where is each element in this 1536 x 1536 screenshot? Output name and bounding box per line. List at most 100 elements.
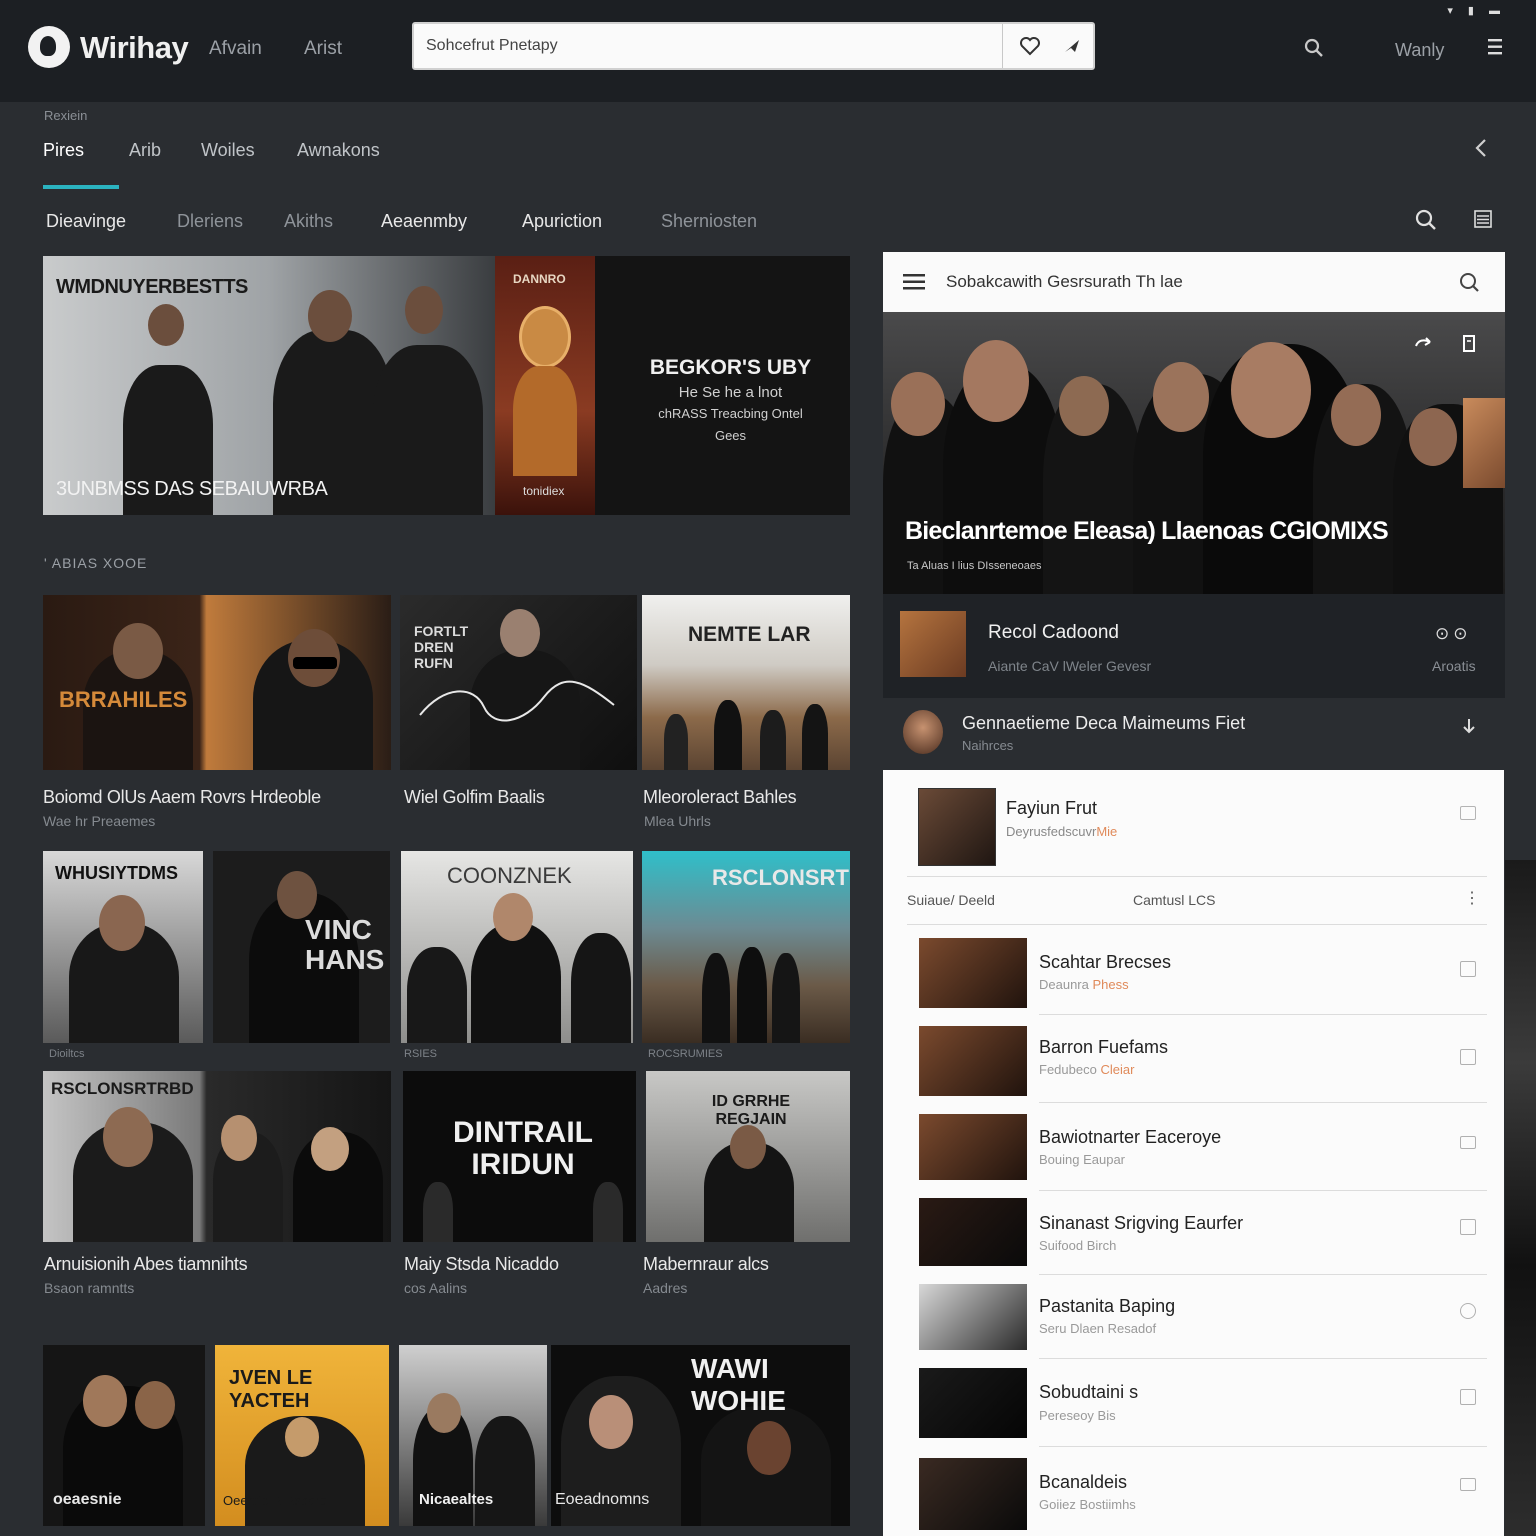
- tab-4[interactable]: Awnakons: [297, 140, 380, 161]
- track-thumbnail-4[interactable]: [919, 1198, 1027, 1266]
- section-caption: Rexiein: [44, 108, 88, 123]
- album-card-10[interactable]: ID GRRHE REGJAIN: [646, 1071, 850, 1242]
- track-sub-text-1: Deaunra: [1039, 977, 1089, 992]
- search-input[interactable]: [426, 34, 996, 58]
- track-title-6[interactable]: Sobudtaini s: [1039, 1382, 1138, 1403]
- list-icon[interactable]: [1460, 1136, 1476, 1149]
- track-title-5[interactable]: Pastanita Baping: [1039, 1296, 1175, 1317]
- select-checkbox-4[interactable]: [1460, 1219, 1476, 1235]
- right-panel-hero-sub: Ta Aluas I lius DIsseneoaes: [907, 560, 1042, 572]
- album-art-text-4: WHUSIYTDMS: [55, 863, 178, 883]
- search-icon[interactable]: [1302, 36, 1326, 60]
- tab-2[interactable]: Arib: [129, 140, 161, 161]
- now-playing-thumbnail: [900, 611, 966, 677]
- track-title-1[interactable]: Scahtar Brecses: [1039, 952, 1171, 973]
- album-title-9[interactable]: Maiy Stsda Nicaddo: [404, 1254, 559, 1275]
- album-card-12[interactable]: JVEN LE YACTEH Oeercie R Rsaaro: [215, 1345, 389, 1526]
- send-icon[interactable]: [1060, 34, 1084, 58]
- select-checkbox-6[interactable]: [1460, 1389, 1476, 1405]
- subnav-item-4[interactable]: Aeaenmby: [381, 211, 467, 232]
- bookmark-icon[interactable]: [1459, 334, 1479, 354]
- tab-3[interactable]: Woiles: [201, 140, 255, 161]
- select-checkbox-2[interactable]: [1460, 1049, 1476, 1065]
- album-title-2[interactable]: Wiel Golfim Baalis: [404, 787, 545, 808]
- album-card-5[interactable]: VINC HANS: [213, 851, 390, 1043]
- back-arrow-icon[interactable]: [1470, 136, 1494, 160]
- track-thumbnail-2[interactable]: [919, 1026, 1027, 1096]
- track-thumbnail-6[interactable]: [919, 1368, 1027, 1438]
- list-icon[interactable]: [1460, 1478, 1476, 1491]
- album-card-9[interactable]: DINTRAIL IRIDUN: [403, 1071, 636, 1242]
- app-logo-icon[interactable]: [28, 26, 70, 68]
- top-nav-item-1[interactable]: Afvain: [209, 38, 262, 60]
- album-card-4[interactable]: WHUSIYTDMS: [43, 851, 203, 1043]
- track-thumbnail-1[interactable]: [919, 938, 1027, 1008]
- album-card-1[interactable]: BRRAHILES: [43, 595, 391, 770]
- top-nav-item-2[interactable]: Arist: [304, 38, 342, 60]
- select-checkbox-1[interactable]: [1460, 961, 1476, 977]
- subnav-item-6[interactable]: Sherniosten: [661, 211, 757, 232]
- subnav-item-3[interactable]: Akiths: [284, 211, 333, 232]
- subnav-item-5[interactable]: Apuriction: [522, 211, 602, 232]
- chevron-down-icon[interactable]: [1459, 716, 1479, 736]
- album-card-11[interactable]: oeaesnie: [43, 1345, 205, 1526]
- app-logo-text[interactable]: Wirihay: [80, 30, 189, 66]
- album-art-text-7: RSCLONSRTRBD: [712, 865, 850, 890]
- playback-controls-icon[interactable]: ⊙⊙: [1435, 624, 1472, 644]
- track-sub-3: Bouing Eaupar: [1039, 1152, 1126, 1167]
- subnav-item-1[interactable]: Dieavinge: [46, 211, 126, 232]
- more-options-icon[interactable]: ⋮: [1464, 888, 1480, 908]
- album-card-13[interactable]: Nicaealtes: [399, 1345, 547, 1526]
- list-view-icon[interactable]: [1474, 210, 1492, 228]
- album-title-10[interactable]: Mabernraur alcs: [643, 1254, 769, 1275]
- column-header-2[interactable]: Camtusl LCS: [1133, 892, 1215, 908]
- album-sub-9: cos Aalins: [404, 1280, 468, 1296]
- track-sub-4: Suifood Birch: [1039, 1238, 1117, 1253]
- track-title-4[interactable]: Sinanast Srigving Eaurfer: [1039, 1213, 1243, 1234]
- search-divider: [1002, 24, 1003, 68]
- user-name[interactable]: Wanly: [1395, 40, 1444, 61]
- featured-track-sub-text: Deyrusfedscuvr: [1006, 824, 1097, 839]
- active-tab-indicator: [43, 185, 119, 189]
- list-icon[interactable]: [1460, 806, 1476, 820]
- album-title-8[interactable]: Arnuisionih Abes tiamnihts: [44, 1254, 248, 1275]
- track-thumbnail-5[interactable]: [919, 1284, 1027, 1350]
- right-panel-search-icon[interactable]: [1457, 270, 1481, 294]
- divider: [1039, 1014, 1487, 1015]
- album-title-3[interactable]: Mleoroleract Bahles: [643, 787, 797, 808]
- track-title-7[interactable]: Bcanaldeis: [1039, 1472, 1127, 1493]
- queue-header[interactable]: Gennaetieme Deca Maimeums Fiet Naihrces: [883, 698, 1505, 770]
- album-card-6[interactable]: COONZNEK: [401, 851, 633, 1043]
- subnav-item-2[interactable]: Dleriens: [177, 211, 243, 232]
- track-thumbnail-7[interactable]: [919, 1458, 1027, 1530]
- right-panel-featured-artist[interactable]: Bieclanrtemoe Eleasa) Llaenoas CGIOMIXS …: [883, 312, 1505, 594]
- now-playing-card[interactable]: Recol Cadoond Aiante CaV lWeler Gevesr ⊙…: [883, 594, 1505, 698]
- album-card-7[interactable]: RSCLONSRTRBD: [642, 851, 850, 1043]
- album-card-8[interactable]: RSCLONSRTRBD: [43, 1071, 391, 1242]
- track-title-2[interactable]: Barron Fuefams: [1039, 1037, 1168, 1058]
- subnav-search-icon[interactable]: [1414, 208, 1438, 232]
- select-radio-5[interactable]: [1460, 1303, 1476, 1319]
- divider: [1039, 1274, 1487, 1275]
- track-list-panel: Fayiun Frut DeyrusfedscuvrMie Suiaue/ De…: [883, 770, 1504, 1536]
- album-card-2[interactable]: FORTLT DREN RUFN: [400, 595, 637, 770]
- heart-icon[interactable]: [1018, 34, 1042, 58]
- featured-track-thumbnail[interactable]: [918, 788, 996, 866]
- column-header-1[interactable]: Suiaue/ Deeld: [907, 892, 995, 908]
- scrollbar[interactable]: [1505, 860, 1536, 1536]
- album-card-3[interactable]: NEMTE LAR: [642, 595, 850, 770]
- featured-track-title[interactable]: Fayiun Frut: [1006, 798, 1097, 819]
- album-art-text-11: oeaesnie: [53, 1491, 122, 1508]
- menu-icon[interactable]: [1486, 38, 1506, 56]
- album-title-1[interactable]: Boiomd OlUs Aaem Rovrs Hrdeoble: [43, 787, 321, 808]
- share-icon[interactable]: [1413, 334, 1433, 354]
- tab-1[interactable]: Pires: [43, 140, 84, 161]
- album-art-tag-14: Eoeadnomns: [555, 1491, 650, 1508]
- track-title-3[interactable]: Bawiotnarter Eaceroye: [1039, 1127, 1221, 1148]
- featured-hero-banner[interactable]: WMDNUYERBESTTS DANNRO tonidiex 3UNBMSS D…: [43, 256, 850, 515]
- track-thumbnail-3[interactable]: [919, 1114, 1027, 1180]
- hamburger-menu-icon[interactable]: [903, 274, 925, 290]
- now-playing-title: Recol Cadoond: [988, 622, 1119, 643]
- right-panel-search[interactable]: Sobakcawith Gesrsurath Th lae: [883, 252, 1505, 312]
- album-card-14[interactable]: WAWI WOHIE Eoeadnomns: [551, 1345, 850, 1526]
